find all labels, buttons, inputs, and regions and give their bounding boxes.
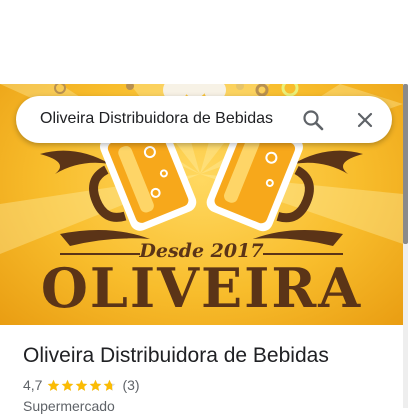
star-icon	[104, 379, 116, 391]
scrollbar-thumb[interactable]	[403, 84, 408, 244]
review-count-link[interactable]: (3)	[122, 377, 139, 393]
search-button[interactable]	[298, 105, 328, 135]
star-icon	[90, 379, 102, 391]
search-input[interactable]: Oliveira Distribuidora de Bebidas	[40, 110, 273, 128]
star-icon	[76, 379, 88, 391]
star-icon	[48, 379, 60, 391]
top-blank-area	[0, 0, 408, 84]
clear-search-button[interactable]	[350, 105, 380, 135]
rating-value: 4,7	[23, 377, 43, 393]
logo-title: OLIVEIRA	[40, 256, 363, 320]
place-title: Oliveira Distribuidora de Bebidas	[23, 344, 329, 367]
place-category: Supermercado	[23, 398, 115, 414]
star-icon	[62, 379, 74, 391]
close-icon	[357, 112, 373, 128]
rating-stars	[47, 379, 117, 392]
rating-row[interactable]: 4,7 (3)	[23, 376, 140, 394]
search-icon	[303, 110, 324, 131]
search-box[interactable]: Oliveira Distribuidora de Bebidas	[16, 96, 392, 143]
place-info-panel: Oliveira Distribuidora de Bebidas 4,7 (3…	[0, 325, 403, 414]
